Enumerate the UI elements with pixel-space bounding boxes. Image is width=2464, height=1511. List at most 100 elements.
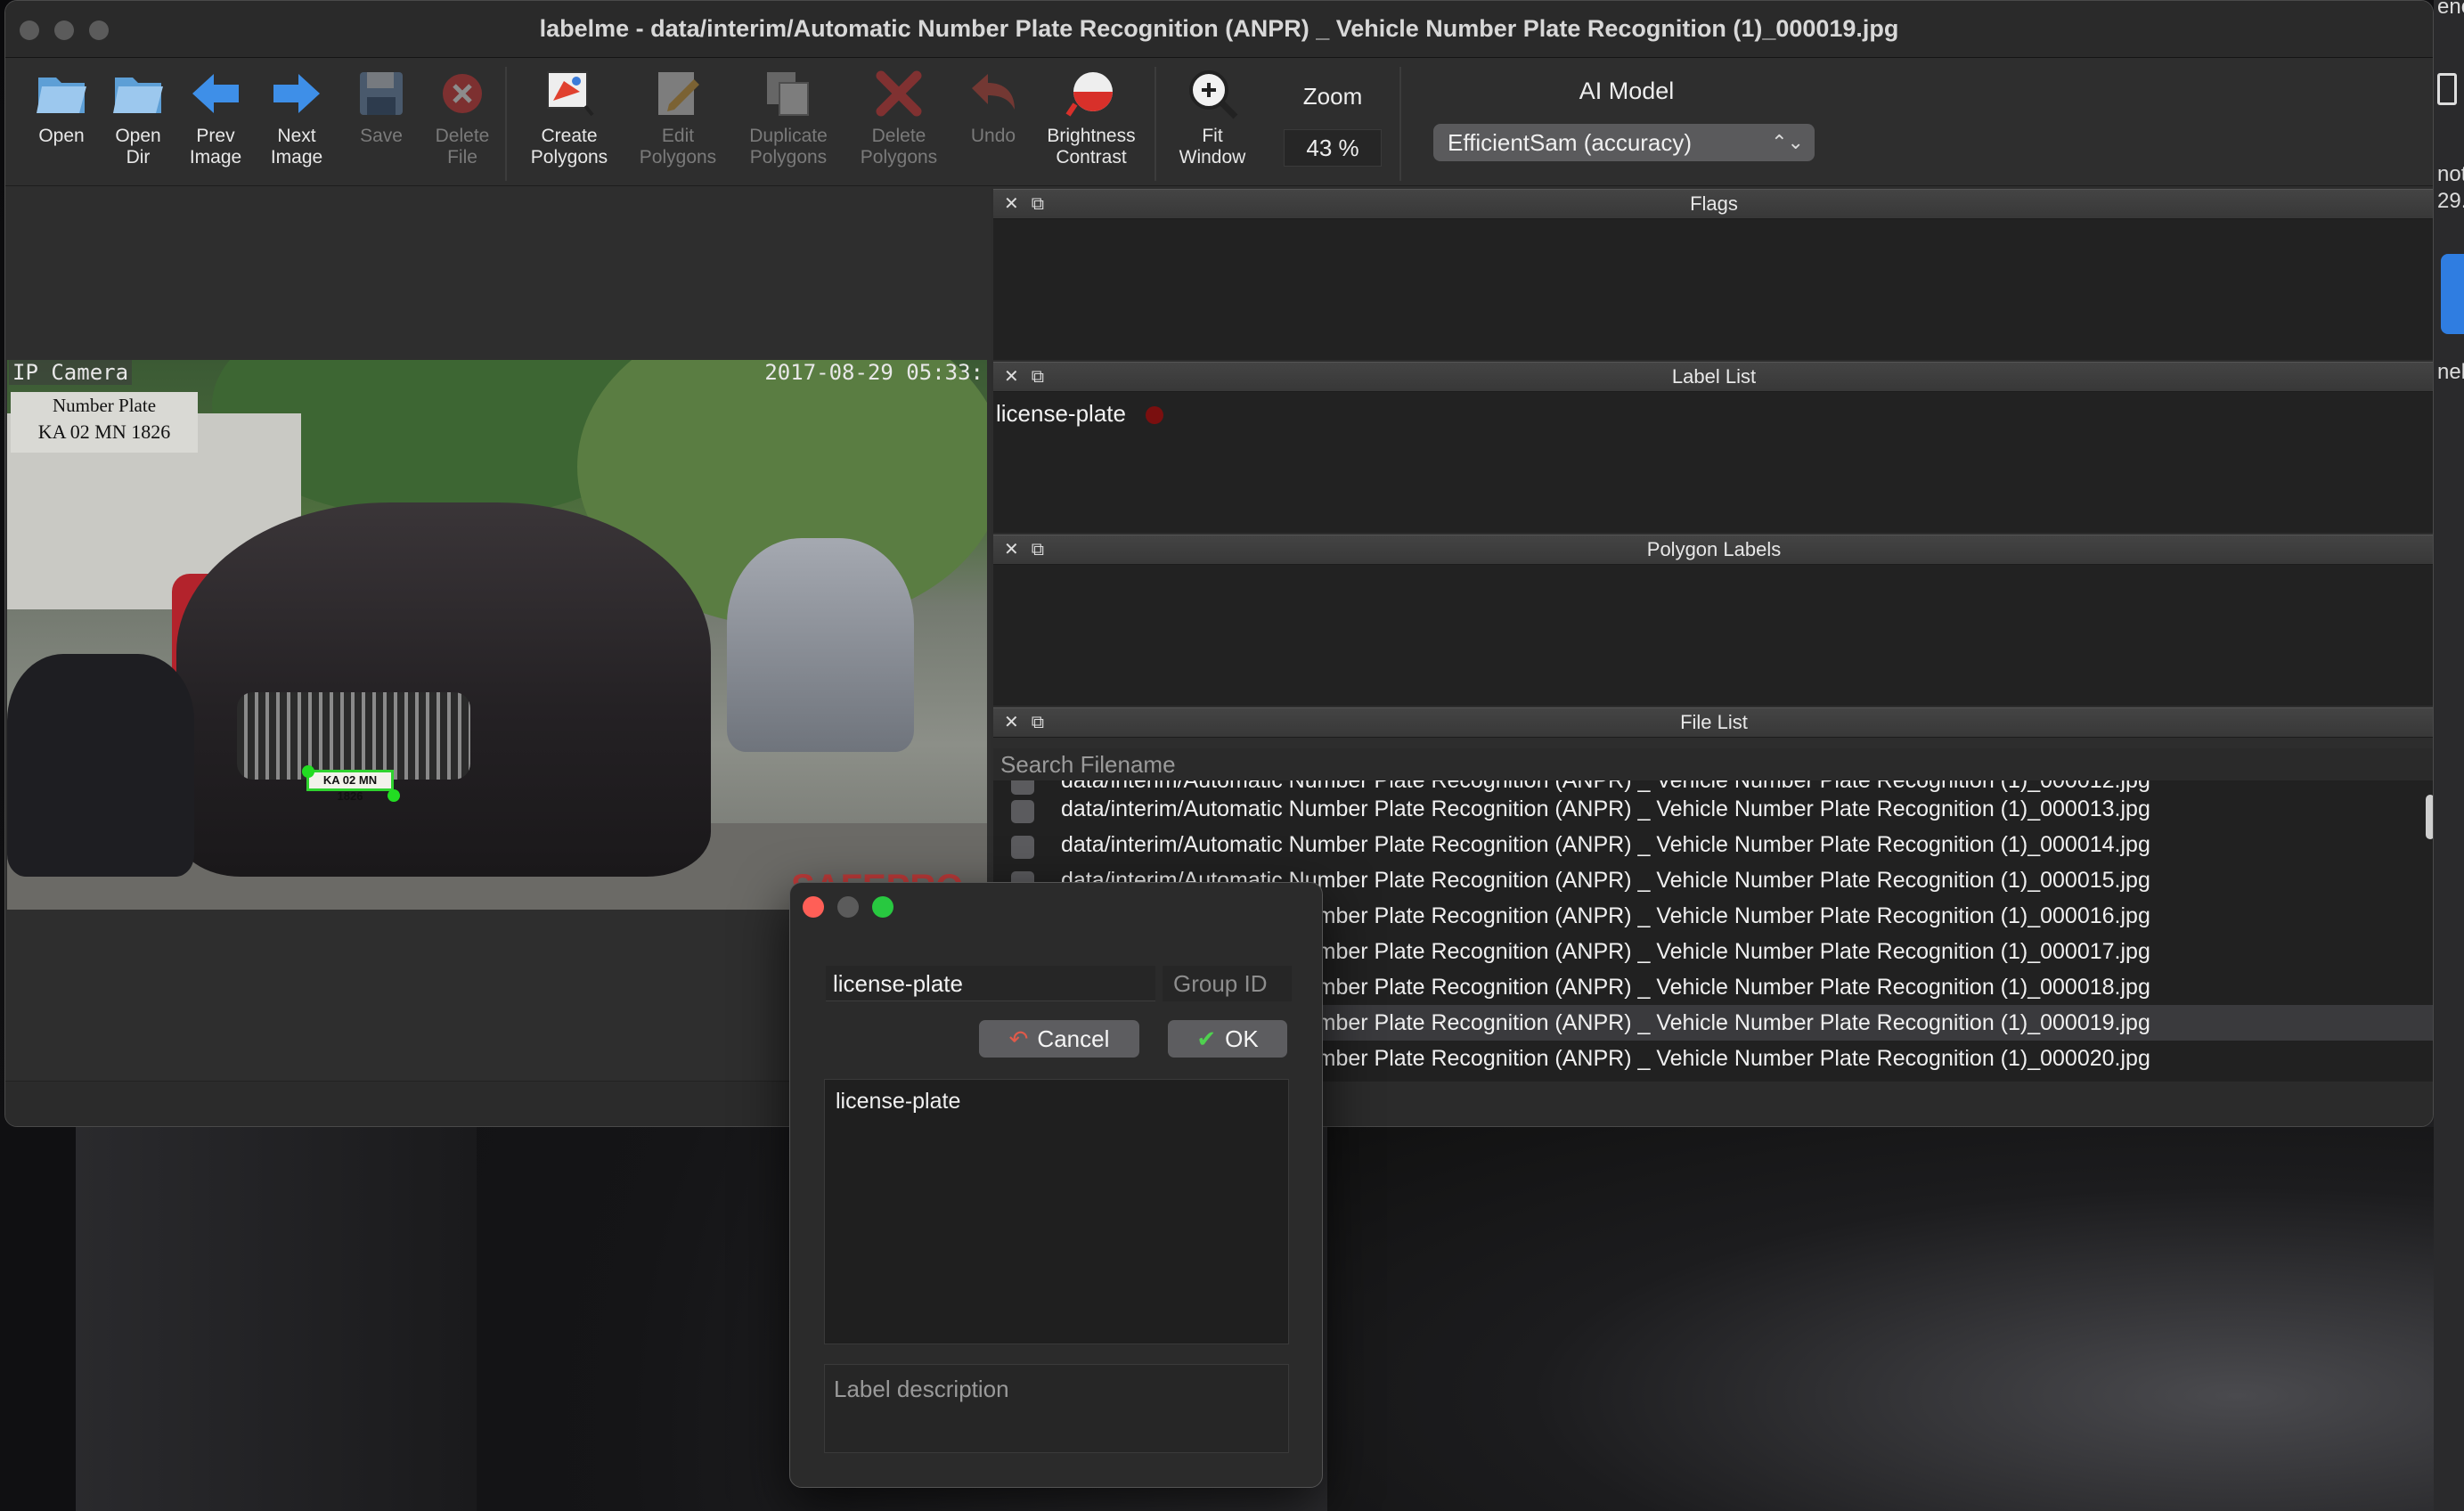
file-list-title: File List	[1680, 711, 1748, 733]
next-image-button[interactable]: Next Image	[248, 65, 346, 181]
delete-file-label-1: Delete	[435, 126, 490, 146]
camera-timestamp: 2017-08-29 05:33:	[764, 360, 983, 385]
file-list-dock-title: ✕ ⧉ File List	[993, 707, 2433, 738]
annotated-photo: IP Camera 2017-08-29 05:33: Number Plate…	[7, 360, 987, 910]
file-checkbox[interactable]	[1011, 836, 1034, 859]
folder-open-icon	[113, 78, 163, 113]
polygon-vertex[interactable]	[388, 789, 400, 802]
arrow-left-icon	[192, 74, 239, 113]
delete-circle-icon	[443, 74, 482, 113]
toolbar-separator	[1154, 67, 1156, 181]
window-label: Window	[1179, 147, 1246, 167]
undo-arrow-icon: ↶	[1008, 1025, 1029, 1052]
title-bar: labelme - data/interim/Automatic Number …	[5, 1, 2433, 58]
next-image-label-1: Next	[277, 126, 316, 146]
background-window-icon	[2437, 73, 2457, 105]
ai-model-label: AI Model	[1579, 78, 1675, 104]
file-checkbox[interactable]	[1011, 800, 1034, 823]
ok-label: OK	[1225, 1025, 1259, 1052]
float-icon[interactable]: ⧉	[1032, 713, 1044, 732]
edit-polygons-label-1: Edit	[661, 126, 695, 146]
peek-text-2: not	[2437, 162, 2464, 186]
checkmark-icon: ✔	[1196, 1025, 1217, 1052]
polygon-vertex[interactable]	[302, 765, 314, 778]
red-x-icon	[876, 70, 922, 117]
label-dialog: license-plate Group ID ↶ Cancel ✔ OK licen…	[789, 882, 1323, 1488]
dialog-minimize-button[interactable]	[837, 896, 859, 918]
peek-text-1: ence	[2437, 0, 2464, 19]
ai-model-value: EfficientSam (accuracy)	[1448, 129, 1693, 156]
dialog-zoom-button[interactable]	[872, 896, 893, 918]
zoom-spinbox[interactable]: 43 %	[1284, 129, 1382, 167]
close-icon[interactable]: ✕	[1004, 367, 1019, 387]
edit-polygons-button[interactable]: Edit Polygons	[629, 65, 727, 181]
file-row[interactable]: data/interim/Automatic Number Plate Reco…	[993, 791, 2433, 827]
flags-dock-title: ✕ ⧉ Flags	[993, 189, 2433, 219]
photo-suv	[176, 502, 711, 877]
dock-controls: ✕ ⧉	[1004, 193, 1057, 215]
create-polygons-label-1: Create	[541, 126, 598, 146]
file-row[interactable]: data/interim/Automatic Number Plate Reco…	[993, 827, 2433, 862]
dock-controls: ✕ ⧉	[1004, 712, 1057, 733]
close-icon[interactable]: ✕	[1004, 713, 1019, 732]
window-title: labelme - data/interim/Automatic Number …	[539, 15, 1899, 42]
create-polygons-button[interactable]: Create Polygons	[520, 65, 618, 181]
polygon-labels-list[interactable]	[993, 565, 2433, 706]
overlay-title: Number Plate	[52, 395, 157, 416]
peek-text-3: 29.	[2437, 189, 2464, 213]
label-color-swatch	[1146, 406, 1163, 424]
float-icon[interactable]: ⧉	[1032, 540, 1044, 559]
file-name: data/interim/Automatic Number Plate Reco…	[1061, 796, 2150, 821]
number-plate-overlay: Number Plate KA 02 MN 1826	[11, 392, 198, 453]
float-icon[interactable]: ⧉	[1032, 367, 1044, 387]
brightness-contrast-icon	[1065, 72, 1113, 117]
label-list[interactable]	[993, 392, 2433, 533]
fit-window-button[interactable]: Fit Window	[1163, 65, 1261, 181]
ok-button[interactable]: ✔ OK	[1168, 1020, 1287, 1058]
label-suggestion-list[interactable]: license-plate	[824, 1079, 1289, 1344]
search-filename-input[interactable]: Search Filename	[993, 748, 2433, 780]
ai-model-select[interactable]: EfficientSam (accuracy) ⌃⌄	[1433, 124, 1815, 161]
brightness-label: Brightness	[1047, 126, 1136, 146]
photo-covered-car	[727, 538, 914, 752]
desktop-panel-left	[76, 1127, 477, 1511]
background-accent-button	[2441, 254, 2464, 334]
float-icon[interactable]: ⧉	[1032, 194, 1044, 214]
flags-title: Flags	[1690, 192, 1738, 215]
desktop-panel-right	[1327, 1127, 2464, 1511]
delete-file-button[interactable]: Delete File	[413, 65, 511, 181]
file-list-scrollbar[interactable]	[2426, 795, 2433, 839]
edit-polygons-label-2: Polygons	[639, 147, 717, 167]
label-suggestion-item[interactable]: license-plate	[836, 1089, 960, 1115]
label-description-input[interactable]: Label description	[824, 1364, 1289, 1453]
license-plate-polygon[interactable]: KA 02 MN 1826	[306, 770, 394, 803]
toolbar: Open Open Dir Prev Image Next Image Save…	[5, 58, 2433, 186]
dialog-close-button[interactable]	[803, 896, 824, 918]
file-name: data/interim/Automatic Number Plate Reco…	[1061, 832, 2150, 857]
delete-polygons-button[interactable]: Delete Polygons	[850, 65, 948, 181]
brightness-contrast-button[interactable]: Brightness Contrast	[1042, 65, 1140, 181]
arrow-right-icon	[273, 74, 320, 113]
edit-pencil-icon	[658, 72, 699, 115]
photo-motorcycles	[7, 654, 194, 877]
zoom-label: Zoom	[1302, 83, 1363, 110]
group-id-input[interactable]: Group ID	[1163, 966, 1292, 1001]
next-image-label-2: Image	[270, 147, 323, 167]
label-input[interactable]: license-plate	[826, 966, 1155, 1001]
cancel-button[interactable]: ↶ Cancel	[979, 1020, 1139, 1058]
duplicate-icon	[767, 72, 809, 116]
flags-list[interactable]	[993, 219, 2433, 360]
undo-button[interactable]: Undo	[944, 65, 1042, 181]
duplicate-polygons-button[interactable]: Duplicate Polygons	[739, 65, 837, 181]
camera-label: IP Camera	[9, 360, 133, 385]
cancel-label: Cancel	[1037, 1025, 1110, 1052]
close-icon[interactable]: ✕	[1004, 540, 1019, 559]
label-list-item[interactable]: license-plate	[996, 400, 1126, 428]
toolbar-separator	[505, 67, 507, 181]
contrast-label: Contrast	[1056, 147, 1127, 167]
polygon-labels-dock-title: ✕ ⧉ Polygon Labels	[993, 535, 2433, 565]
polygon-labels-title: Polygon Labels	[1646, 538, 1782, 560]
dialog-title-bar	[790, 883, 1322, 929]
peek-text-4: nel	[2437, 360, 2464, 384]
close-icon[interactable]: ✕	[1004, 194, 1019, 214]
